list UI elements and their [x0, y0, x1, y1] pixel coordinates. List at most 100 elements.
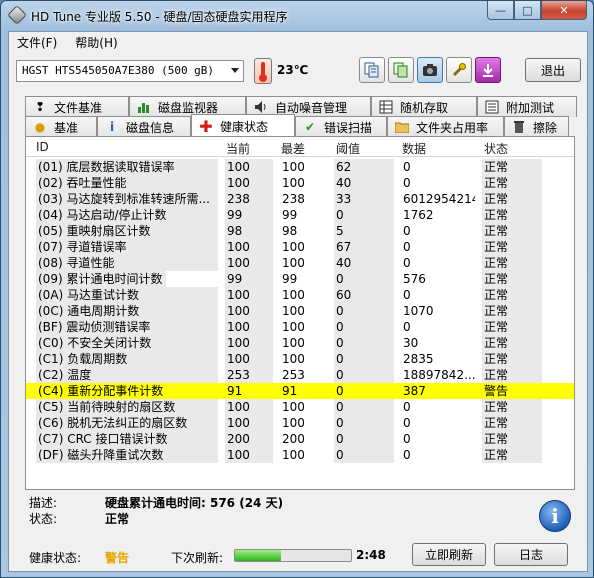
cell-data: 18897842... — [403, 368, 475, 382]
table-row[interactable]: (C5) 当前待映射的扇区数 100 100 0 0 正常 — [26, 399, 574, 415]
log-button[interactable]: 日志 — [494, 543, 568, 566]
cell-worst: 100 — [282, 240, 305, 254]
cell-threshold: 62 — [334, 159, 394, 175]
tab-label: 文件基准 — [54, 100, 103, 115]
exit-button[interactable]: 退出 — [525, 58, 581, 82]
cell-worst: 99 — [282, 208, 298, 222]
close-button[interactable]: ✕ — [541, 1, 587, 20]
cell-id: (05) 重映射扇区计数 — [36, 223, 218, 239]
cell-threshold: 0 — [334, 271, 394, 287]
maximize-button[interactable]: □ — [514, 1, 541, 20]
cell-id: (04) 马达启动/停止计数 — [36, 207, 218, 223]
cell-status: 正常 — [482, 159, 542, 175]
cell-current: 100 — [225, 319, 273, 335]
table-row[interactable]: (C1) 负载周期数 100 100 0 2835 正常 — [26, 351, 574, 367]
cell-threshold: 0 — [334, 367, 394, 383]
cell-id: (0C) 通电周期计数 — [36, 303, 218, 319]
column-header-current[interactable]: 当前 — [226, 140, 250, 157]
column-header-status[interactable]: 状态 — [484, 140, 508, 157]
tab-label: 随机存取 — [400, 100, 449, 115]
menu-help[interactable]: 帮助(H) — [67, 32, 117, 52]
cell-data: 0 — [403, 240, 411, 254]
tab-random-access[interactable]: 随机存取 — [371, 96, 477, 117]
cell-status: 正常 — [482, 415, 542, 431]
menu-file[interactable]: 文件(F) — [9, 32, 57, 52]
table-row[interactable]: (C0) 不安全关闭计数 100 100 0 30 正常 — [26, 335, 574, 351]
table-row[interactable]: (C4) 重新分配事件计数 91 91 0 387 警告 — [26, 383, 574, 399]
tab-error-scan[interactable]: ✔ 错误扫描 — [295, 116, 387, 137]
drive-select[interactable]: HGST HTS545050A7E380 (500 gB) — [16, 60, 244, 82]
cell-id: (07) 寻道错误率 — [36, 239, 218, 255]
tab-disk-info[interactable]: i 磁盘信息 — [97, 116, 191, 137]
refresh-now-button[interactable]: 立即刷新 — [412, 543, 486, 566]
title-bar[interactable]: HD Tune 专业版 5.50 - 硬盘/固态硬盘实用程序 — □ ✕ — [1, 1, 593, 31]
table-row[interactable]: (07) 寻道错误率 100 100 67 0 正常 — [26, 239, 574, 255]
table-row[interactable]: (04) 马达启动/停止计数 99 99 0 1762 正常 — [26, 207, 574, 223]
next-refresh-label: 下次刷新: — [171, 551, 224, 565]
cell-data: 0 — [403, 224, 411, 238]
cell-data: 0 — [403, 320, 411, 334]
table-row[interactable]: (08) 寻道性能 100 100 40 0 正常 — [26, 255, 574, 271]
cell-id: (DF) 磁头升降重试次数 — [36, 447, 218, 463]
column-header-worst[interactable]: 最差 — [281, 140, 305, 157]
table-row[interactable]: (C6) 脱机无法纠正的扇区数 100 100 0 0 正常 — [26, 415, 574, 431]
table-row[interactable]: (03) 马达旋转到标准转速所需... 238 238 33 60129542145 正常 — [26, 191, 574, 207]
cell-current: 98 — [225, 223, 273, 239]
column-header-id[interactable]: ID — [36, 140, 49, 154]
tab-row-top: ❢ 文件基准 磁盘监视器 自动噪音管理 随机存取 附加测试 — [25, 96, 577, 117]
tab-health[interactable]: ✚ 健康状态 — [191, 114, 295, 137]
temperature-readout: 23℃ — [277, 63, 309, 77]
table-row[interactable]: (0C) 通电周期计数 100 100 0 1070 正常 — [26, 303, 574, 319]
cell-status: 正常 — [482, 191, 542, 207]
cell-data: 387 — [403, 384, 426, 398]
drive-select-value: HGST HTS545050A7E380 (500 gB) — [22, 64, 215, 77]
column-header-threshold[interactable]: 阈值 — [336, 140, 360, 157]
table-row[interactable]: (C2) 温度 253 253 0 18897842... 正常 — [26, 367, 574, 383]
window-title: HD Tune 专业版 5.50 - 硬盘/固态硬盘实用程序 — [31, 10, 288, 24]
cell-threshold: 0 — [336, 384, 344, 398]
table-row[interactable]: (01) 底层数据读取错误率 100 100 62 0 正常 — [26, 159, 574, 175]
minimize-button[interactable]: — — [487, 1, 514, 20]
cell-current: 99 — [225, 207, 273, 223]
app-window: HD Tune 专业版 5.50 - 硬盘/固态硬盘实用程序 — □ ✕ 文件(… — [0, 0, 594, 578]
table-row[interactable]: (0A) 马达重试计数 100 100 60 0 正常 — [26, 287, 574, 303]
table-row[interactable]: (BF) 震动侦测错误率 100 100 0 0 正常 — [26, 319, 574, 335]
tab-folder-usage[interactable]: 文件夹占用率 — [387, 116, 504, 137]
cell-status: 正常 — [482, 271, 542, 287]
table-row[interactable]: (C7) CRC 接口错误计数 200 200 0 0 正常 — [26, 431, 574, 447]
cell-current: 100 — [225, 415, 273, 431]
wrench-icon — [452, 63, 466, 77]
tab-extra-tests[interactable]: 附加测试 — [477, 96, 577, 117]
cell-data: 1762 — [403, 208, 434, 222]
tab-label: 健康状态 — [220, 119, 269, 134]
list-icon — [484, 99, 500, 115]
copy-text-button[interactable] — [359, 57, 385, 83]
table-row[interactable]: (09) 累计通电时间计数 99 99 0 576 正常 — [26, 271, 574, 287]
cell-worst: 100 — [282, 448, 305, 462]
save-button[interactable] — [475, 57, 501, 83]
cell-status: 警告 — [484, 384, 509, 398]
tab-benchmark[interactable]: ● 基准 — [25, 116, 97, 137]
cell-status: 正常 — [482, 335, 542, 351]
table-row[interactable]: (02) 吞吐量性能 100 100 40 0 正常 — [26, 175, 574, 191]
tab-row-bottom: ● 基准 i 磁盘信息 ✚ 健康状态 ✔ 错误扫描 文件夹占用率 擦除 — [25, 114, 569, 137]
grid-icon — [378, 99, 394, 115]
tab-label: 磁盘信息 — [126, 120, 175, 135]
column-header-data[interactable]: 数据 — [402, 140, 426, 157]
cell-worst: 200 — [282, 432, 305, 446]
cell-threshold: 0 — [334, 335, 394, 351]
screenshot-button[interactable] — [417, 57, 443, 83]
cell-data: 30 — [403, 336, 419, 350]
cell-id: (03) 马达旋转到标准转速所需... — [36, 191, 218, 207]
tab-label: 基准 — [54, 120, 79, 135]
copy-button[interactable] — [388, 57, 414, 83]
options-button[interactable] — [446, 57, 472, 83]
table-row[interactable]: (DF) 磁头升降重试次数 100 100 0 0 正常 — [26, 447, 574, 463]
tab-file-benchmark[interactable]: ❢ 文件基准 — [25, 96, 129, 117]
cell-current: 100 — [225, 303, 273, 319]
tab-erase[interactable]: 擦除 — [504, 116, 569, 137]
cell-id: (0A) 马达重试计数 — [36, 287, 218, 303]
table-row[interactable]: (05) 重映射扇区计数 98 98 5 0 正常 — [26, 223, 574, 239]
description-label: 描述: — [29, 496, 58, 510]
cell-worst: 100 — [282, 320, 305, 334]
